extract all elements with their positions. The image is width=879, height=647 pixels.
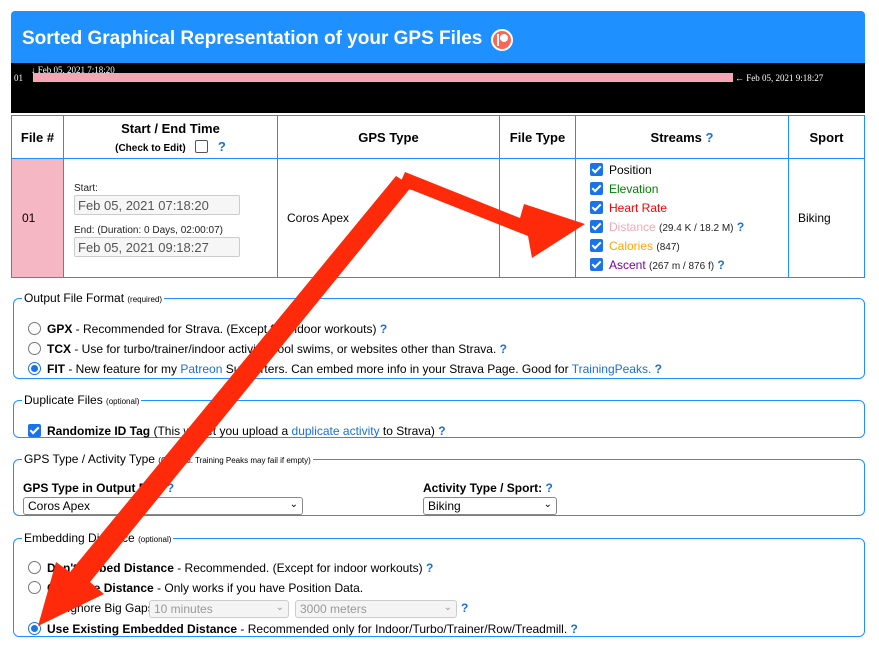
duplicate-activity-link[interactable]: duplicate activity (292, 424, 380, 438)
patreon-icon[interactable] (491, 29, 513, 51)
stream-checkbox[interactable] (590, 220, 603, 233)
timeline-chart: ↓ Feb 05, 2021 7:18:20 01 ← Feb 05, 2021… (11, 63, 865, 113)
col-streams: Streams ? (575, 115, 789, 159)
chevron-down-icon: ⌄ (275, 602, 284, 613)
chevron-down-icon: ⌄ (289, 499, 298, 510)
table-header-row: File # Start / End Time (Check to Edit) … (11, 115, 865, 159)
stream-checkbox[interactable] (590, 163, 603, 176)
chevron-down-icon: ⌄ (543, 499, 552, 510)
time-cell: Start: Feb 05, 2021 07:18:20 End: (Durat… (63, 158, 278, 278)
stream-ascent[interactable]: Ascent (267 m / 876 f) ? (590, 258, 788, 277)
timeline-row-label: 01 (14, 73, 23, 83)
randomize-id-option[interactable]: Randomize ID Tag (This will let you uplo… (28, 424, 446, 438)
activity-type-label: Activity Type / Sport: ? (423, 481, 553, 495)
gps-activity-group: GPS Type / Activity Type (Optional. Trai… (13, 452, 865, 516)
sport-cell: Biking (788, 158, 865, 278)
stream-elevation[interactable]: Elevation (590, 182, 788, 201)
stream-calories[interactable]: Calories (847) (590, 239, 788, 258)
stream-heart-rate[interactable]: Heart Rate (590, 201, 788, 220)
dont-embed-option[interactable]: Don't Embed Distance - Recommended. (Exc… (28, 561, 433, 575)
file-num-cell: 01 (11, 158, 64, 278)
gps-type-select[interactable]: Coros Apex ⌄ (23, 497, 303, 515)
help-icon[interactable]: ? (705, 130, 713, 145)
files-table: File # Start / End Time (Check to Edit) … (11, 115, 865, 278)
page-header: Sorted Graphical Representation of your … (11, 11, 865, 63)
stream-checkbox[interactable] (590, 258, 603, 271)
gps-type-cell: Coros Apex (277, 158, 500, 278)
fit-option[interactable]: FIT - New feature for my Patreon Support… (28, 362, 662, 376)
timeline-end-label: ← Feb 05, 2021 9:18:27 (735, 73, 824, 83)
output-format-group: Output File Format (required) GPX - Reco… (13, 291, 865, 379)
help-icon[interactable]: ? (167, 481, 174, 495)
help-icon[interactable]: ? (426, 561, 433, 575)
start-time-field[interactable]: Feb 05, 2021 07:18:20 (74, 195, 240, 215)
stream-checkbox[interactable] (590, 201, 603, 214)
help-icon[interactable]: ? (461, 601, 468, 615)
embedding-distance-group: Embedding Distance (optional) Don't Embe… (13, 531, 865, 637)
file-type-cell (499, 158, 576, 278)
patreon-link[interactable]: Patreon (180, 362, 222, 376)
help-icon[interactable]: ? (545, 481, 552, 495)
stream-distance[interactable]: Distance (29.4 K / 18.2 M) ? (590, 220, 788, 239)
end-time-field[interactable]: Feb 05, 2021 09:18:27 (74, 237, 240, 257)
help-icon[interactable]: ? (717, 258, 724, 272)
stream-checkbox[interactable] (590, 182, 603, 195)
use-existing-distance-option[interactable]: Use Existing Embedded Distance - Recomme… (28, 622, 578, 636)
stream-checkbox[interactable] (590, 239, 603, 252)
col-file-num: File # (11, 115, 64, 159)
page-title: Sorted Graphical Representation of your … (22, 28, 483, 49)
ignore-gaps-checkbox[interactable] (48, 601, 61, 614)
col-file-type: File Type (499, 115, 576, 159)
trainingpeaks-link[interactable]: TrainingPeaks. (572, 362, 652, 376)
duplicate-files-group: Duplicate Files (optional) Randomize ID … (13, 393, 865, 438)
col-time: Start / End Time (Check to Edit) ? (63, 115, 278, 159)
chevron-down-icon: ⌄ (443, 602, 452, 613)
calculate-distance-option[interactable]: Calculate Distance - Only works if you h… (28, 581, 363, 595)
help-icon[interactable]: ? (438, 424, 445, 438)
help-icon[interactable]: ? (655, 362, 662, 376)
activity-type-select[interactable]: Biking ⌄ (423, 497, 557, 515)
gap-time-select[interactable]: 10 minutes ⌄ (149, 600, 289, 618)
streams-cell: Position Elevation Heart Rate Distance (… (575, 158, 789, 278)
gpx-option[interactable]: GPX - Recommended for Strava. (Except fo… (28, 322, 387, 336)
gpx-radio[interactable] (28, 322, 41, 335)
table-row: 01 Start: Feb 05, 2021 07:18:20 End: (Du… (11, 158, 865, 278)
timeline-bar[interactable] (33, 73, 733, 82)
dont-embed-radio[interactable] (28, 561, 41, 574)
gap-distance-select[interactable]: 3000 meters ⌄ (295, 600, 457, 618)
tcx-radio[interactable] (28, 342, 41, 355)
tcx-option[interactable]: TCX - Use for turbo/trainer/indoor activ… (28, 342, 507, 356)
fit-radio[interactable] (28, 362, 41, 375)
col-sport: Sport (788, 115, 865, 159)
edit-time-checkbox[interactable] (195, 139, 209, 153)
help-icon[interactable]: ? (571, 622, 578, 636)
stream-position[interactable]: Position (590, 163, 788, 182)
col-gps-type: GPS Type (277, 115, 500, 159)
randomize-id-checkbox[interactable] (28, 424, 41, 437)
ignore-gaps-option[interactable]: Ignore Big Gaps (48, 601, 154, 615)
help-icon[interactable]: ? (500, 342, 507, 356)
use-existing-distance-radio[interactable] (28, 622, 41, 635)
help-icon[interactable]: ? (218, 139, 226, 154)
gps-type-label: GPS Type in Output File: ? (23, 481, 175, 495)
help-icon[interactable]: ? (737, 220, 744, 234)
help-icon[interactable]: ? (380, 322, 387, 336)
calculate-distance-radio[interactable] (28, 581, 41, 594)
